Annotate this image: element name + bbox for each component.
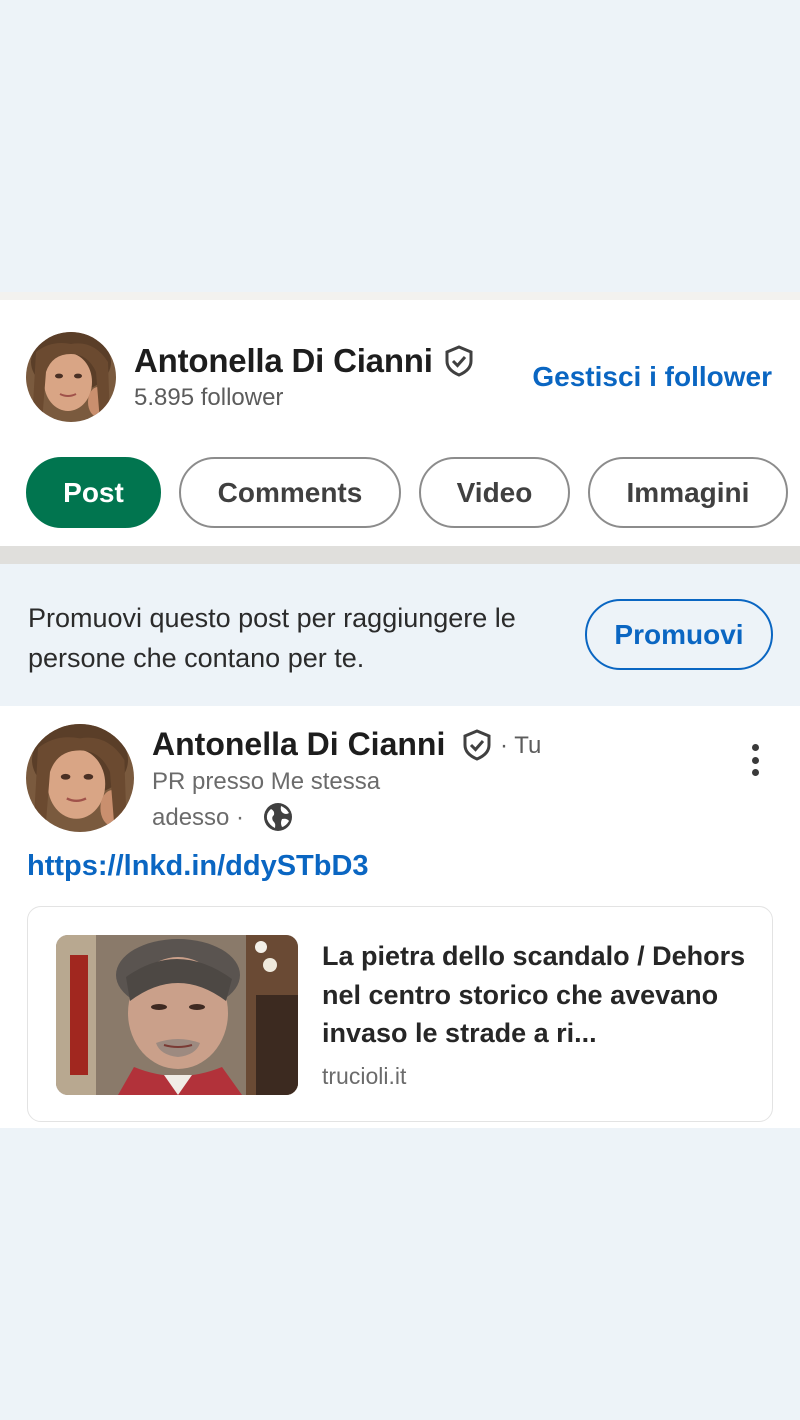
manage-followers-link[interactable]: Gestisci i follower xyxy=(532,361,772,393)
post-author-avatar[interactable] xyxy=(26,724,134,832)
profile-header: Antonella Di Cianni 5.895 follower Gesti… xyxy=(0,300,800,546)
top-blank-area xyxy=(0,0,800,292)
follower-count: 5.895 follower xyxy=(134,384,284,411)
promote-banner: Promuovi questo post per raggiungere le … xyxy=(0,564,800,706)
profile-avatar[interactable] xyxy=(26,332,116,422)
promote-text: Promuovi questo post per raggiungere le … xyxy=(28,603,516,673)
tab-immagini[interactable]: Immagini xyxy=(588,457,788,528)
section-divider xyxy=(0,292,800,300)
post-timestamp: adesso · xyxy=(152,804,245,831)
tab-video[interactable]: Video xyxy=(419,457,570,528)
feed-post: Antonella Di Cianni · Tu PR presso Me st… xyxy=(0,706,800,1128)
article-source: trucioli.it xyxy=(322,1063,407,1089)
promote-button[interactable]: Promuovi xyxy=(585,599,773,670)
post-link[interactable]: https://lnkd.in/ddySTbD3 xyxy=(27,850,369,883)
post-relation: · Tu xyxy=(500,732,542,759)
article-thumbnail xyxy=(56,935,298,1095)
verified-icon xyxy=(442,344,476,378)
post-author-headline: PR presso Me stessa xyxy=(152,768,381,795)
tab-post[interactable]: Post xyxy=(26,457,161,528)
article-preview-card[interactable]: La pietra dello scandalo / Dehors nel ce… xyxy=(27,906,773,1122)
article-title: La pietra dello scandalo / Dehors nel ce… xyxy=(322,941,746,1048)
tab-comments[interactable]: Comments xyxy=(179,457,401,528)
verified-icon xyxy=(460,728,494,762)
profile-name[interactable]: Antonella Di Cianni xyxy=(134,342,433,380)
more-options-icon[interactable] xyxy=(740,740,770,780)
globe-icon xyxy=(262,801,294,833)
section-divider xyxy=(0,546,800,564)
post-author-name[interactable]: Antonella Di Cianni xyxy=(152,726,445,763)
